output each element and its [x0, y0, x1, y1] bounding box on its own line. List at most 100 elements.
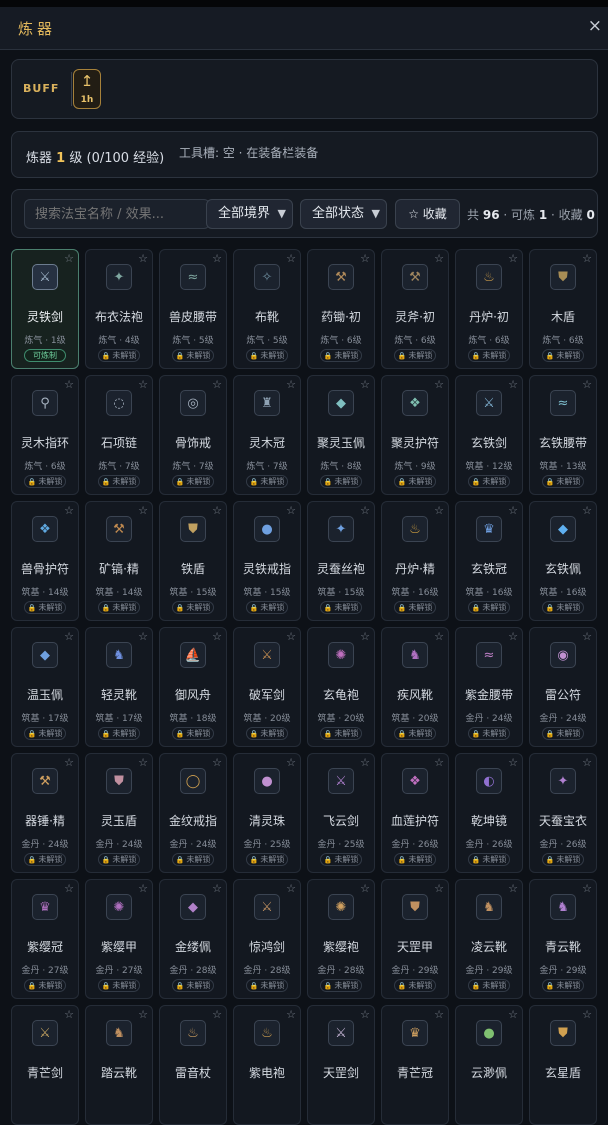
item-card[interactable]: ☆ ⛊ 玄星盾: [529, 1005, 597, 1125]
search-input[interactable]: [24, 199, 210, 229]
favorite-star-icon[interactable]: ☆: [286, 630, 296, 643]
item-card[interactable]: ☆ ♨ 丹炉·初 炼气 · 6级 🔒 未解锁: [455, 249, 523, 369]
item-card[interactable]: ☆ ◉ 雷公符 金丹 · 24级 🔒 未解锁: [529, 627, 597, 747]
favorite-star-icon[interactable]: ☆: [360, 252, 370, 265]
item-card[interactable]: ☆ ⚒ 矿镐·精 筑基 · 14级 🔒 未解锁: [85, 501, 153, 621]
favorite-star-icon[interactable]: ☆: [212, 252, 222, 265]
item-card[interactable]: ☆ ✦ 天蚕宝衣 金丹 · 26级 🔒 未解锁: [529, 753, 597, 873]
item-card[interactable]: ☆ ⚒ 灵斧·初 炼气 · 6级 🔒 未解锁: [381, 249, 449, 369]
item-card[interactable]: ☆ ♨ 紫电袍: [233, 1005, 301, 1125]
favorite-star-icon[interactable]: ☆: [286, 1008, 296, 1021]
item-card[interactable]: ☆ ◆ 玄铁佩 筑基 · 16级 🔒 未解锁: [529, 501, 597, 621]
favorite-star-icon[interactable]: ☆: [212, 378, 222, 391]
favorite-star-icon[interactable]: ☆: [212, 630, 222, 643]
item-card[interactable]: ☆ ❖ 聚灵护符 炼气 · 9级 🔒 未解锁: [381, 375, 449, 495]
favorite-star-icon[interactable]: ☆: [286, 756, 296, 769]
favorite-star-icon[interactable]: ☆: [508, 504, 518, 517]
favorite-star-icon[interactable]: ☆: [138, 504, 148, 517]
item-card[interactable]: ☆ ♛ 紫缨冠 金丹 · 27级 🔒 未解锁: [11, 879, 79, 999]
favorite-star-icon[interactable]: ☆: [508, 882, 518, 895]
realm-filter-select[interactable]: 全部境界 ▼: [206, 199, 293, 229]
favorite-star-icon[interactable]: ☆: [582, 252, 592, 265]
item-card[interactable]: ☆ ❖ 兽骨护符 筑基 · 14级 🔒 未解锁: [11, 501, 79, 621]
favorite-star-icon[interactable]: ☆: [64, 378, 74, 391]
item-card[interactable]: ☆ ⚔ 破军剑 筑基 · 20级 🔒 未解锁: [233, 627, 301, 747]
favorite-star-icon[interactable]: ☆: [212, 504, 222, 517]
item-card[interactable]: ☆ ⚔ 灵铁剑 炼气 · 1级 可炼制: [11, 249, 79, 369]
item-card[interactable]: ☆ ⚲ 灵木指环 炼气 · 6级 🔒 未解锁: [11, 375, 79, 495]
favorite-star-icon[interactable]: ☆: [64, 1008, 74, 1021]
favorite-star-icon[interactable]: ☆: [138, 756, 148, 769]
favorite-star-icon[interactable]: ☆: [582, 1008, 592, 1021]
favorite-star-icon[interactable]: ☆: [360, 630, 370, 643]
item-card[interactable]: ☆ ◆ 温玉佩 筑基 · 17级 🔒 未解锁: [11, 627, 79, 747]
item-card[interactable]: ☆ ◆ 聚灵玉佩 炼气 · 8级 🔒 未解锁: [307, 375, 375, 495]
item-card[interactable]: ☆ ♜ 灵木冠 炼气 · 7级 🔒 未解锁: [233, 375, 301, 495]
favorite-star-icon[interactable]: ☆: [64, 756, 74, 769]
item-card[interactable]: ☆ ● 清灵珠 金丹 · 25级 🔒 未解锁: [233, 753, 301, 873]
item-card[interactable]: ☆ ✺ 紫缨袍 金丹 · 28级 🔒 未解锁: [307, 879, 375, 999]
favorite-star-icon[interactable]: ☆: [582, 756, 592, 769]
item-card[interactable]: ☆ ⚔ 青芒剑: [11, 1005, 79, 1125]
favorite-star-icon[interactable]: ☆: [286, 882, 296, 895]
state-filter-select[interactable]: 全部状态 ▼: [300, 199, 387, 229]
item-card[interactable]: ☆ ♛ 玄铁冠 筑基 · 16级 🔒 未解锁: [455, 501, 523, 621]
item-card[interactable]: ☆ ≈ 紫金腰带 金丹 · 24级 🔒 未解锁: [455, 627, 523, 747]
item-card[interactable]: ☆ ⛊ 铁盾 筑基 · 15级 🔒 未解锁: [159, 501, 227, 621]
item-card[interactable]: ☆ ⛊ 木盾 炼气 · 6级 🔒 未解锁: [529, 249, 597, 369]
favorite-star-icon[interactable]: ☆: [508, 1008, 518, 1021]
favorite-star-icon[interactable]: ☆: [286, 252, 296, 265]
item-card[interactable]: ☆ ♨ 雷音杖: [159, 1005, 227, 1125]
favorite-star-icon[interactable]: ☆: [434, 630, 444, 643]
favorite-star-icon[interactable]: ☆: [508, 630, 518, 643]
favorite-star-icon[interactable]: ☆: [138, 252, 148, 265]
favorite-star-icon[interactable]: ☆: [138, 1008, 148, 1021]
favorite-star-icon[interactable]: ☆: [360, 378, 370, 391]
item-card[interactable]: ☆ ⚒ 药锄·初 炼气 · 6级 🔒 未解锁: [307, 249, 375, 369]
item-card[interactable]: ☆ ⚔ 惊鸿剑 金丹 · 28级 🔒 未解锁: [233, 879, 301, 999]
item-card[interactable]: ☆ ♞ 凌云靴 金丹 · 29级 🔒 未解锁: [455, 879, 523, 999]
favorite-star-icon[interactable]: ☆: [434, 756, 444, 769]
item-card[interactable]: ☆ ● 云渺佩: [455, 1005, 523, 1125]
item-card[interactable]: ☆ ♞ 轻灵靴 筑基 · 17级 🔒 未解锁: [85, 627, 153, 747]
item-card[interactable]: ☆ ⚔ 玄铁剑 筑基 · 12级 🔒 未解锁: [455, 375, 523, 495]
item-card[interactable]: ☆ ⛊ 灵玉盾 金丹 · 24级 🔒 未解锁: [85, 753, 153, 873]
item-card[interactable]: ☆ ♞ 踏云靴: [85, 1005, 153, 1125]
item-card[interactable]: ☆ ≈ 兽皮腰带 炼气 · 5级 🔒 未解锁: [159, 249, 227, 369]
buff-badge[interactable]: ↥ 1h: [73, 69, 101, 109]
item-card[interactable]: ☆ ⛵ 御风舟 筑基 · 18级 🔒 未解锁: [159, 627, 227, 747]
item-card[interactable]: ☆ ⚔ 天罡剑: [307, 1005, 375, 1125]
favorite-star-icon[interactable]: ☆: [360, 756, 370, 769]
favorite-star-icon[interactable]: ☆: [508, 252, 518, 265]
favorite-star-icon[interactable]: ☆: [212, 756, 222, 769]
item-card[interactable]: ☆ ◎ 骨饰戒 炼气 · 7级 🔒 未解锁: [159, 375, 227, 495]
close-icon[interactable]: ×: [588, 16, 602, 36]
favorite-star-icon[interactable]: ☆: [286, 378, 296, 391]
favorite-star-icon[interactable]: ☆: [360, 882, 370, 895]
favorite-star-icon[interactable]: ☆: [434, 882, 444, 895]
favorites-button[interactable]: ☆ 收藏: [395, 199, 460, 229]
favorite-star-icon[interactable]: ☆: [434, 504, 444, 517]
favorite-star-icon[interactable]: ☆: [360, 504, 370, 517]
favorite-star-icon[interactable]: ☆: [582, 378, 592, 391]
favorite-star-icon[interactable]: ☆: [64, 882, 74, 895]
favorite-star-icon[interactable]: ☆: [434, 252, 444, 265]
item-card[interactable]: ☆ ⚔ 飞云剑 金丹 · 25级 🔒 未解锁: [307, 753, 375, 873]
favorite-star-icon[interactable]: ☆: [286, 504, 296, 517]
favorite-star-icon[interactable]: ☆: [212, 1008, 222, 1021]
item-card[interactable]: ☆ ⚒ 器锤·精 金丹 · 24级 🔒 未解锁: [11, 753, 79, 873]
favorite-star-icon[interactable]: ☆: [138, 630, 148, 643]
favorite-star-icon[interactable]: ☆: [582, 504, 592, 517]
item-card[interactable]: ☆ ✺ 紫缨甲 金丹 · 27级 🔒 未解锁: [85, 879, 153, 999]
favorite-star-icon[interactable]: ☆: [434, 1008, 444, 1021]
item-card[interactable]: ☆ ♛ 青芒冠: [381, 1005, 449, 1125]
item-card[interactable]: ☆ ◐ 乾坤镜 金丹 · 26级 🔒 未解锁: [455, 753, 523, 873]
item-card[interactable]: ☆ ≈ 玄铁腰带 筑基 · 13级 🔒 未解锁: [529, 375, 597, 495]
item-card[interactable]: ☆ ◯ 金纹戒指 金丹 · 24级 🔒 未解锁: [159, 753, 227, 873]
item-card[interactable]: ☆ ♞ 青云靴 金丹 · 29级 🔒 未解锁: [529, 879, 597, 999]
favorite-star-icon[interactable]: ☆: [212, 882, 222, 895]
item-card[interactable]: ☆ ◌ 石项链 炼气 · 7级 🔒 未解锁: [85, 375, 153, 495]
item-card[interactable]: ☆ ✧ 布靴 炼气 · 5级 🔒 未解锁: [233, 249, 301, 369]
favorite-star-icon[interactable]: ☆: [582, 882, 592, 895]
item-card[interactable]: ☆ ❖ 血莲护符 金丹 · 26级 🔒 未解锁: [381, 753, 449, 873]
